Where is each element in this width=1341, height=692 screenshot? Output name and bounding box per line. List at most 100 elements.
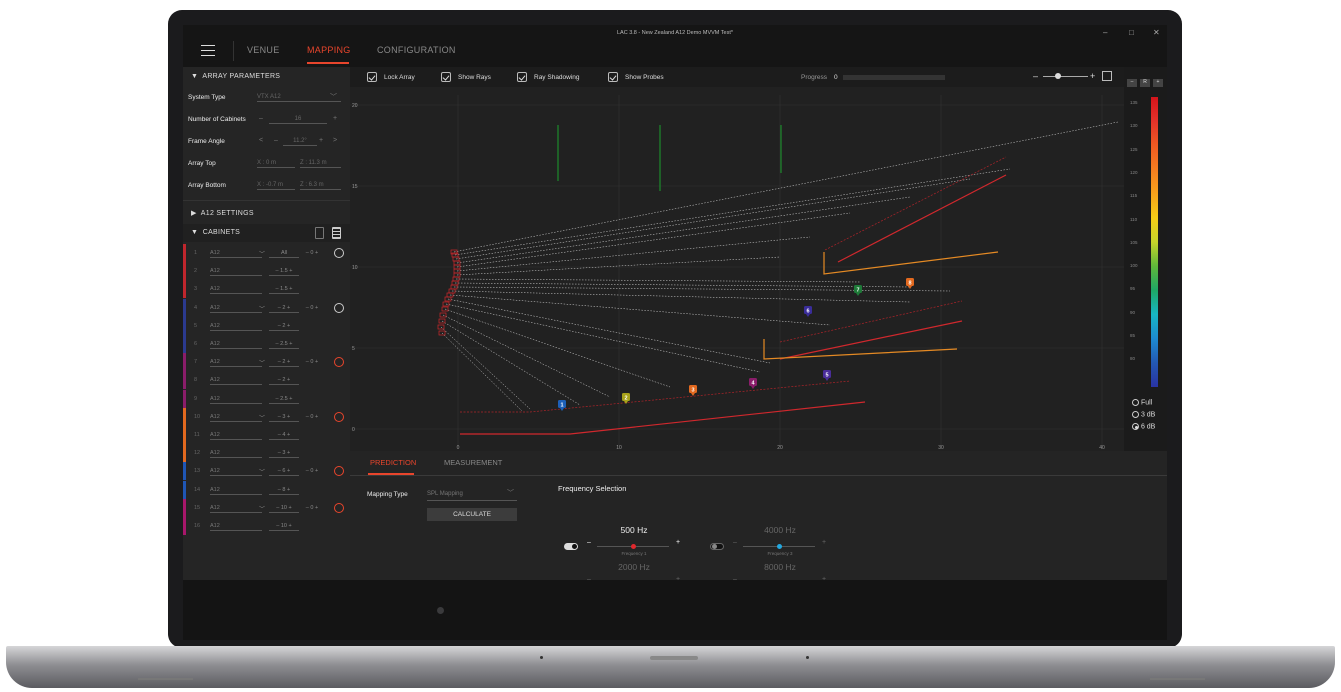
maximize-button[interactable]: □ xyxy=(1129,28,1134,37)
range-option-radio[interactable]: 3 dB xyxy=(1132,411,1155,418)
chevron-down-icon[interactable]: ﹀ xyxy=(330,92,337,102)
cabinet-type-select[interactable]: A12 xyxy=(210,286,262,295)
probe-marker[interactable]: 4 xyxy=(749,378,757,389)
cabinet-type-select[interactable]: A12 xyxy=(210,377,262,386)
cabinet-angle-stepper[interactable]: – 3 + xyxy=(269,450,299,459)
chevron-down-icon[interactable]: ﹀ xyxy=(259,249,265,258)
freq-plus-button[interactable]: + xyxy=(822,576,826,580)
range-option-radio[interactable]: Full xyxy=(1132,399,1152,406)
radio-icon[interactable] xyxy=(1132,399,1139,406)
cabinet-type-select[interactable]: A12 xyxy=(210,268,262,277)
waveform-icon[interactable] xyxy=(334,466,344,477)
array-bottom-z-field[interactable]: Z : 6.3 m xyxy=(300,182,341,190)
array-top-z-field[interactable]: Z : 11.3 m xyxy=(300,160,341,168)
frequency-toggle[interactable] xyxy=(710,543,724,550)
cabinet-angle-stepper[interactable]: – 2 + xyxy=(269,377,299,386)
array-bottom-x-field[interactable]: X : -0.7 m xyxy=(257,182,295,190)
cabinet-type-select[interactable]: A12 xyxy=(210,432,262,440)
scale-minus-button[interactable]: – xyxy=(1127,79,1137,87)
radio-icon[interactable] xyxy=(1132,423,1139,430)
cabinet-type-select[interactable]: A12 xyxy=(210,323,262,331)
mapping-type-select[interactable]: SPL Mapping xyxy=(427,491,517,501)
freq-minus-button[interactable]: – xyxy=(587,539,591,546)
freq-plus-button[interactable]: + xyxy=(676,576,680,580)
tab-measurement[interactable]: MEASUREMENT xyxy=(444,458,502,467)
cabinet-row[interactable]: 11 A12 – 4 + xyxy=(183,426,350,444)
cabinet-angle-stepper[interactable]: – 10 + xyxy=(269,505,299,513)
cabinet-row[interactable]: 2 A12 – 1.5 + xyxy=(183,262,350,281)
cabinet-view-icon[interactable] xyxy=(315,227,324,239)
cabinet-angle-stepper[interactable]: – 2 + xyxy=(269,323,299,331)
tab-venue[interactable]: VENUE xyxy=(247,45,280,55)
show-rays-checkbox[interactable] xyxy=(441,72,451,82)
num-cabinets-field[interactable]: 16 xyxy=(269,116,327,124)
cabinet-type-select[interactable]: A12 xyxy=(210,305,262,313)
system-type-select[interactable]: VTX A12 xyxy=(257,94,341,102)
probe-marker[interactable]: 6 xyxy=(804,306,812,317)
cabinet-angle-stepper[interactable]: – 2.5 + xyxy=(269,396,299,404)
frequency-slider-handle[interactable] xyxy=(777,544,782,549)
cabinet-row[interactable]: 7 A12 ﹀ – 2 + – 0 + xyxy=(183,353,350,372)
zoom-slider[interactable] xyxy=(1043,76,1088,77)
waveform-icon[interactable] xyxy=(334,502,344,513)
chevron-down-icon[interactable]: ﹀ xyxy=(507,488,514,498)
scale-plus-button[interactable]: + xyxy=(1153,79,1163,87)
decrement-button[interactable]: – xyxy=(274,137,278,144)
cabinet-angle-stepper[interactable]: – 1.5 + xyxy=(269,286,299,295)
cabinet-angle-stepper[interactable]: – 2.5 + xyxy=(269,341,299,349)
fit-view-icon[interactable] xyxy=(1102,71,1112,81)
tab-mapping[interactable]: MAPPING xyxy=(307,45,351,55)
cabinet-angle-stepper[interactable]: – 3 + xyxy=(269,414,299,422)
cabinet-angle-stepper[interactable]: – 10 + xyxy=(269,523,299,531)
freq-plus-button[interactable]: + xyxy=(822,539,826,546)
cabinet-type-select[interactable]: A12 xyxy=(210,359,262,368)
next-angle-button[interactable]: > xyxy=(333,137,337,144)
freq-minus-button[interactable]: – xyxy=(733,576,737,580)
freq-minus-button[interactable]: – xyxy=(733,539,737,546)
minimize-button[interactable]: – xyxy=(1103,28,1107,37)
cabinet-row[interactable]: 10 A12 ﹀ – 3 + – 0 + xyxy=(183,407,350,426)
radio-icon[interactable] xyxy=(1132,411,1139,418)
cabinet-angle-stepper[interactable]: – 2 + xyxy=(269,359,299,368)
cabinet-angle-stepper[interactable]: – 4 + xyxy=(269,432,299,440)
frequency-toggle[interactable] xyxy=(564,543,578,550)
tab-configuration[interactable]: CONFIGURATION xyxy=(377,45,456,55)
cabinet-type-select[interactable]: A12 xyxy=(210,487,262,495)
waveform-icon[interactable] xyxy=(334,357,344,368)
zoom-in-button[interactable]: + xyxy=(1090,71,1095,81)
mapping-plot[interactable]: 0 10 20 30 40 20 15 10 5 0 1 2 3 4 5 6 7 8 xyxy=(350,87,1124,451)
array-top-x-field[interactable]: X : 0 m xyxy=(257,160,295,168)
increment-button[interactable]: + xyxy=(333,115,337,122)
cabinet-type-select[interactable]: A12 xyxy=(210,523,262,531)
cabinet-row[interactable]: 1 A12 ﹀ All – 0 + xyxy=(183,244,350,262)
cabinets-header[interactable]: ▼ CABINETS xyxy=(183,224,350,242)
array-params-header[interactable]: ▼ ARRAY PARAMETERS xyxy=(191,73,280,80)
cabinet-row[interactable]: 14 A12 – 8 + xyxy=(183,480,350,499)
decrement-button[interactable]: – xyxy=(259,115,263,122)
frame-angle-field[interactable]: 11.2° xyxy=(283,138,317,146)
probe-marker[interactable]: 7 xyxy=(854,285,862,296)
cabinet-delay-stepper[interactable]: – 0 + xyxy=(300,250,324,256)
cabinet-delay-stepper[interactable]: – 0 + xyxy=(300,359,324,365)
cabinet-type-select[interactable]: A12 xyxy=(210,341,262,349)
cabinet-row[interactable]: 3 A12 – 1.5 + xyxy=(183,280,350,299)
ray-shadowing-checkbox[interactable] xyxy=(517,72,527,82)
close-button[interactable]: ✕ xyxy=(1153,28,1160,37)
cabinet-type-select[interactable]: A12 xyxy=(210,468,262,477)
chevron-down-icon[interactable]: ﹀ xyxy=(259,358,265,367)
cabinet-row[interactable]: 13 A12 ﹀ – 6 + – 0 + xyxy=(183,462,350,481)
cabinet-delay-stepper[interactable]: – 0 + xyxy=(300,414,324,420)
scale-reset-button[interactable]: R xyxy=(1140,79,1150,87)
cabinet-type-select[interactable]: A12 xyxy=(210,396,262,404)
chevron-down-icon[interactable]: ﹀ xyxy=(259,413,265,422)
cabinet-delay-stepper[interactable]: – 0 + xyxy=(300,468,324,474)
range-option-radio[interactable]: 6 dB xyxy=(1132,423,1155,430)
zoom-out-button[interactable]: – xyxy=(1033,71,1038,81)
cabinet-row[interactable]: 5 A12 – 2 + xyxy=(183,316,350,335)
cabinet-angle-stepper[interactable]: All xyxy=(269,250,299,258)
cabinet-delay-stepper[interactable]: – 0 + xyxy=(300,505,324,511)
cabinet-angle-stepper[interactable]: – 6 + xyxy=(269,468,299,477)
prev-angle-button[interactable]: < xyxy=(259,137,263,144)
lock-array-checkbox[interactable] xyxy=(367,72,377,82)
calculate-button[interactable]: CALCULATE xyxy=(427,508,517,521)
